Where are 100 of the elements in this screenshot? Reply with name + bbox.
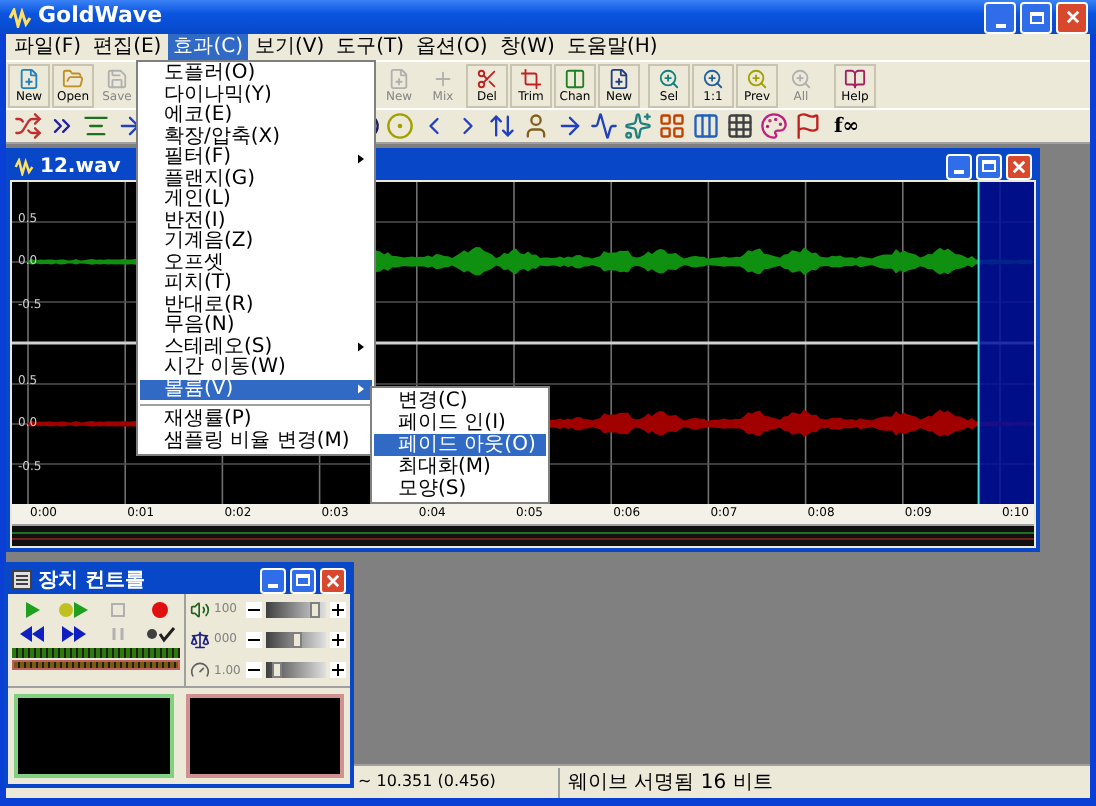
maximize-button[interactable]	[976, 153, 1002, 179]
file-plus-icon	[18, 67, 40, 89]
scissors-icon	[476, 67, 498, 89]
close-button[interactable]	[320, 567, 346, 593]
menu-item[interactable]: 피치(T)	[140, 274, 372, 295]
palette-icon[interactable]	[760, 112, 788, 140]
status-position: ~ 10.351 (0.456)	[358, 770, 498, 794]
menu-item[interactable]: 최대화(M)	[374, 456, 546, 478]
menu-item[interactable]: 기계음(Z)	[140, 232, 372, 253]
menu-item[interactable]: 시간 이동(W)	[140, 358, 372, 379]
wave-logo-icon	[8, 7, 32, 27]
menu-item[interactable]: 창(W)	[493, 34, 561, 60]
record-icon[interactable]	[149, 599, 170, 619]
menu-item[interactable]: 에코(E)	[140, 106, 372, 127]
status-format: 웨이브 서명됨 16 비트	[558, 767, 773, 797]
plus-icon[interactable]	[330, 631, 346, 648]
maximize-button[interactable]	[290, 567, 316, 593]
menu-item[interactable]: 재생률(P)	[140, 410, 372, 431]
menu-item[interactable]: 플랜지(G)	[140, 169, 372, 190]
slider-thumb[interactable]	[272, 662, 282, 679]
menu-item[interactable]: 반대로(R)	[140, 295, 372, 316]
submenu-arrow-icon	[358, 342, 364, 353]
file-plus-icon	[388, 67, 410, 89]
slider-track[interactable]	[266, 631, 326, 648]
pulse-icon[interactable]	[590, 112, 618, 140]
close-button[interactable]	[1056, 1, 1088, 33]
plus-icon[interactable]	[330, 601, 346, 618]
menu-item[interactable]: 변경(C)	[374, 390, 546, 412]
menu-item[interactable]: 확장/압축(X)	[140, 127, 372, 148]
shuffle-icon[interactable]	[14, 112, 42, 140]
minus-icon[interactable]	[246, 631, 262, 648]
menu-item[interactable]: 효과(C)	[167, 34, 249, 60]
zoom-in-icon	[658, 67, 680, 89]
slider-track[interactable]	[266, 662, 326, 679]
menu-item[interactable]: 도플러(O)	[140, 64, 372, 85]
menu-item[interactable]: 편집(E)	[87, 34, 168, 60]
minus-icon[interactable]	[246, 662, 262, 679]
align-center-icon[interactable]	[82, 112, 110, 140]
menu-item[interactable]: 무음(N)	[140, 316, 372, 337]
slider-thumb[interactable]	[310, 601, 320, 618]
balance-icon	[190, 629, 210, 650]
plus-icon[interactable]	[330, 662, 346, 679]
window-title: GoldWave	[38, 0, 163, 33]
rewind-icon[interactable]	[18, 623, 47, 643]
slider-track[interactable]	[266, 601, 326, 618]
menu-item[interactable]: 게인(L)	[140, 190, 372, 211]
maximize-button[interactable]	[1020, 1, 1052, 33]
record-mode-icon[interactable]	[143, 623, 176, 643]
menu-item[interactable]: 페이드 인(I)	[374, 412, 546, 434]
menu-item[interactable]: 모양(S)	[374, 478, 546, 500]
close-icon	[1012, 159, 1026, 173]
menu-item[interactable]: 필터(F)	[140, 148, 372, 169]
panel-logo-icon	[12, 570, 32, 590]
menu-item[interactable]: 스테레오(S)	[140, 337, 372, 358]
minimize-button[interactable]	[260, 567, 286, 593]
menu-item[interactable]: 오프셋	[140, 253, 372, 274]
menu-item[interactable]: 반전(I)	[140, 211, 372, 232]
function-button[interactable]: f∞	[834, 111, 860, 141]
menu-item[interactable]: 보기(V)	[248, 34, 331, 60]
menu-item[interactable]: 다이나믹(Y)	[140, 85, 372, 106]
zoom-in-icon	[790, 67, 812, 89]
close-icon	[326, 573, 340, 587]
zoom-in-icon	[702, 67, 724, 89]
submenu-arrow-icon	[358, 384, 364, 395]
columns-icon[interactable]	[692, 112, 720, 140]
menu-item[interactable]: 샘플링 비율 변경(M)	[140, 431, 372, 452]
sound-window-title: 12.wav	[40, 153, 121, 181]
fast-forward-icon[interactable]	[60, 623, 89, 643]
book-icon	[844, 67, 866, 89]
menu-item[interactable]: 옵션(O)	[410, 34, 494, 60]
flag-icon[interactable]	[794, 112, 822, 140]
menu-item[interactable]: 페이드 아웃(O)	[374, 434, 546, 456]
control-window-title: 장치 컨트롤	[38, 567, 145, 595]
speaker-icon	[190, 599, 210, 620]
file-plus-icon	[608, 67, 630, 89]
menu-item[interactable]: 파일(F)	[8, 34, 88, 60]
user-icon[interactable]	[522, 112, 550, 140]
menu-item[interactable]: 도구(T)	[330, 34, 411, 60]
arrows-up-down-icon[interactable]	[488, 112, 516, 140]
slider-thumb[interactable]	[291, 631, 301, 648]
circle-dot-icon[interactable]	[386, 112, 414, 140]
columns-icon	[564, 67, 586, 89]
folder-icon	[62, 67, 84, 89]
minimize-button[interactable]	[946, 153, 972, 179]
submenu-arrow-icon	[358, 153, 364, 164]
close-icon	[1065, 10, 1079, 24]
minus-icon[interactable]	[246, 601, 262, 618]
menu-item[interactable]: 볼륨(V)	[140, 379, 372, 400]
zoom-in-icon	[746, 67, 768, 89]
minimize-button[interactable]	[984, 1, 1016, 33]
plus-icon	[432, 67, 454, 89]
menu-item[interactable]: 도움말(H)	[560, 34, 664, 60]
save-icon	[106, 67, 128, 89]
close-button[interactable]	[1006, 153, 1032, 179]
grid-icon[interactable]	[726, 112, 754, 140]
grid-icon[interactable]	[658, 112, 686, 140]
wave-logo-icon	[14, 157, 34, 175]
sparkle-icon[interactable]	[624, 112, 652, 140]
gauge-icon	[190, 660, 210, 681]
crop-icon	[520, 67, 542, 89]
